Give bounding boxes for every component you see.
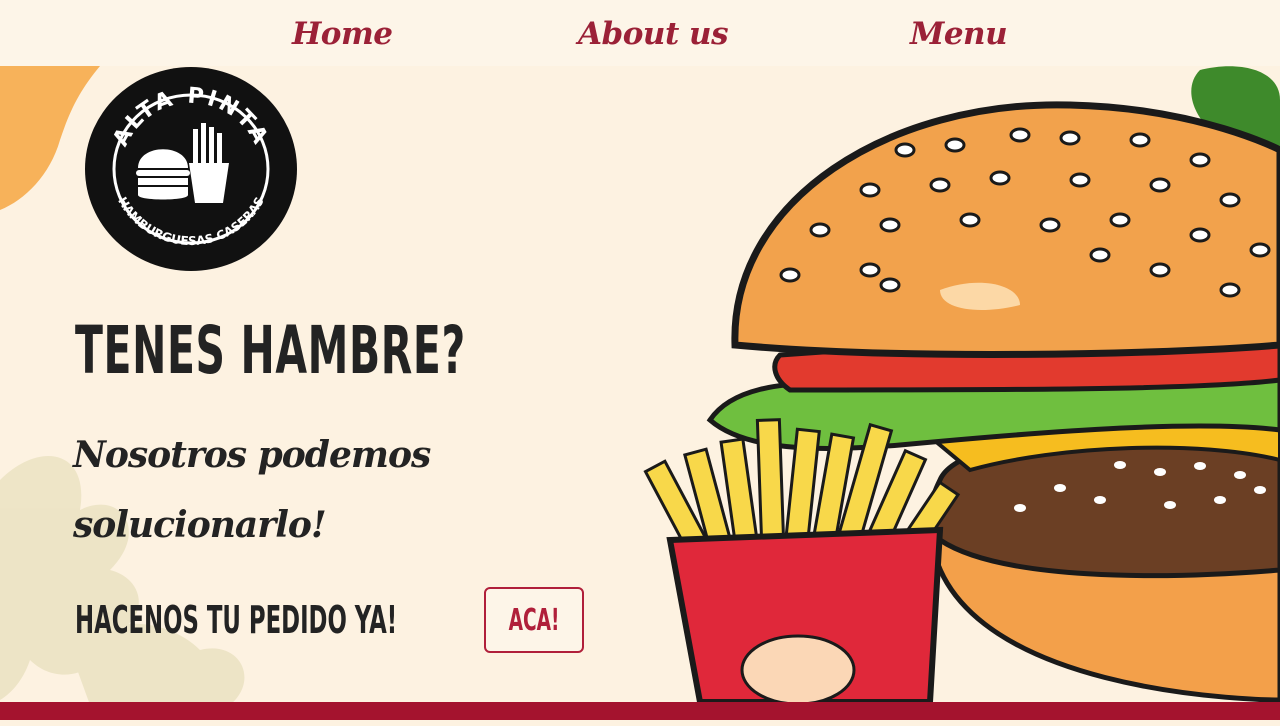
nav-menu-link[interactable]: Menu bbox=[910, 10, 1008, 58]
brand-logo[interactable]: ALTA PINTA HAMBURGUESAS CASERAS bbox=[83, 63, 299, 273]
order-now-button[interactable]: ACA! bbox=[484, 587, 584, 653]
logo-burger-icon bbox=[136, 149, 190, 200]
order-now-label: ACA! bbox=[508, 602, 560, 638]
nav-about-link[interactable]: About us bbox=[578, 10, 729, 58]
burger-fries-illustration bbox=[643, 66, 1280, 702]
hero-headline: TENES HAMBRE? bbox=[75, 312, 466, 389]
footer-bar bbox=[0, 702, 1280, 720]
hero-subline-2: solucionarlo! bbox=[73, 504, 327, 546]
top-navigation: Home About us Menu bbox=[0, 0, 1280, 66]
nav-home-link[interactable]: Home bbox=[292, 10, 393, 58]
hero-subline-1: Nosotros podemos bbox=[73, 434, 431, 476]
cta-prompt-text: HACENOS TU PEDIDO YA! bbox=[75, 598, 398, 642]
